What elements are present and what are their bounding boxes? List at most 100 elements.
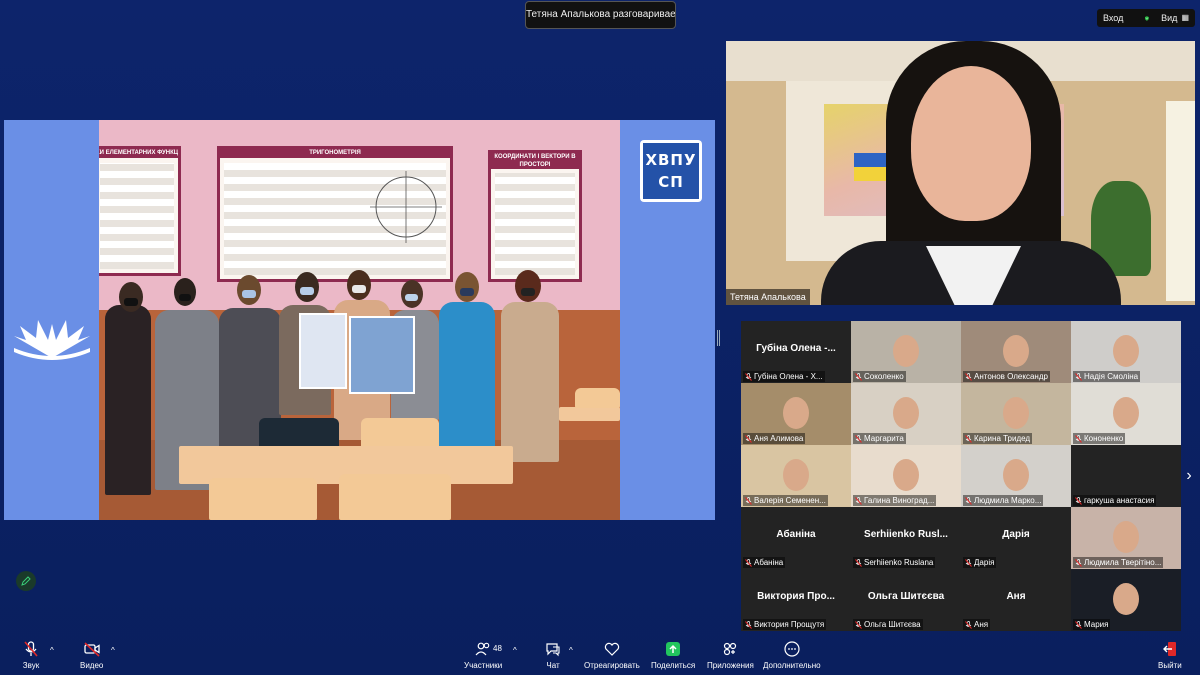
participant-name: Дарія xyxy=(974,558,995,567)
participant-name: гаркуша анастасия xyxy=(1084,496,1155,505)
participant-face xyxy=(1113,335,1139,367)
active-speaker-video: Тетяна Апалькова xyxy=(726,41,1195,305)
participant-label: Кононенко xyxy=(1073,433,1126,444)
participant-name: Аня Алимова xyxy=(754,434,804,443)
share-screen-button[interactable]: Поделиться xyxy=(651,640,695,670)
participant-face xyxy=(783,397,809,429)
mic-muted-icon xyxy=(965,372,972,381)
mic-muted-icon xyxy=(745,372,752,381)
participant-label: Людмила Марко... xyxy=(963,495,1044,506)
participant-tile[interactable]: Надія Смоліна xyxy=(1071,321,1181,383)
participant-face xyxy=(1003,335,1029,367)
participant-name: Антонов Олександр xyxy=(974,372,1048,381)
more-button[interactable]: Дополнительно xyxy=(763,640,821,670)
participant-name: Губіна Олена - Х... xyxy=(754,372,823,381)
participants-icon xyxy=(475,642,490,656)
annotate-pencil-icon[interactable] xyxy=(16,571,36,591)
mic-muted-icon xyxy=(965,434,972,443)
audio-button[interactable]: Звук xyxy=(22,640,40,670)
enter-label[interactable]: Вход xyxy=(1103,9,1123,27)
class-photo: КИ ЕЛЕМЕНТАРНИХ ФУНКЦІЙ ТРИГОНОМЕТРІЯ КО… xyxy=(99,120,620,520)
react-button[interactable]: Отреагировать xyxy=(584,640,640,670)
poster-functions: КИ ЕЛЕМЕНТАРНИХ ФУНКЦІЙ xyxy=(99,146,181,276)
participant-tile[interactable]: Аня Аня xyxy=(961,569,1071,631)
video-button[interactable]: Видео xyxy=(80,640,103,670)
participant-label: Абаніна xyxy=(743,557,786,568)
participant-name: Маргарита xyxy=(864,434,904,443)
participant-name: Аня xyxy=(974,620,989,629)
participant-name-large: Аня xyxy=(1006,591,1026,602)
leave-icon xyxy=(1162,642,1176,656)
participant-label: Мария xyxy=(1073,619,1111,630)
participant-tile[interactable]: Аня Алимова xyxy=(741,383,851,445)
participant-label: Антонов Олександр xyxy=(963,371,1050,382)
split-view-handle[interactable] xyxy=(717,330,720,346)
participant-face xyxy=(893,459,919,491)
apps-button[interactable]: Приложения xyxy=(707,640,754,670)
participant-tile[interactable]: Serhiienko Rusl... Serhiienko Ruslana xyxy=(851,507,961,569)
participant-name-large: Дарія xyxy=(1002,529,1030,540)
participant-face xyxy=(893,397,919,429)
mic-muted-icon xyxy=(965,620,972,629)
participant-tile[interactable]: Виктория Про... Виктория Прощутя xyxy=(741,569,851,631)
participant-label: Маргарита xyxy=(853,433,906,444)
participant-face xyxy=(1113,521,1139,553)
leave-button[interactable]: Выйти xyxy=(1158,640,1182,670)
participant-label: Губіна Олена - Х... xyxy=(743,371,825,382)
participant-name: Кононенко xyxy=(1084,434,1124,443)
participants-options-caret-icon[interactable]: ^ xyxy=(513,646,517,655)
participant-tile[interactable]: гаркуша анастасия xyxy=(1071,445,1181,507)
participant-tile[interactable]: Ольга Шитєєва Ольга Шитєєва xyxy=(851,569,961,631)
mic-muted-icon xyxy=(1075,496,1082,505)
participant-face xyxy=(1003,397,1029,429)
participants-gallery: Губіна Олена -... Губіна Олена - Х... Соко… xyxy=(741,321,1181,631)
mic-muted-icon xyxy=(855,496,862,505)
apps-icon xyxy=(724,642,737,656)
participant-tile[interactable]: Людмила Марко... xyxy=(961,445,1071,507)
mic-muted-icon xyxy=(855,558,862,567)
mic-muted-icon xyxy=(855,372,862,381)
participant-label: Ольга Шитєєва xyxy=(853,619,923,630)
chat-options-caret-icon[interactable]: ^ xyxy=(569,646,573,655)
participant-tile[interactable]: Карина Тридед xyxy=(961,383,1071,445)
participant-name: Карина Тридед xyxy=(974,434,1031,443)
participant-label: Карина Тридед xyxy=(963,433,1033,444)
participant-label: Аня Алимова xyxy=(743,433,806,444)
participant-label: Дарія xyxy=(963,557,997,568)
participant-tile[interactable]: Мария xyxy=(1071,569,1181,631)
view-options-bar[interactable]: Вход Вид ▦ xyxy=(1097,9,1195,27)
open-book-logo xyxy=(14,320,90,360)
audio-options-caret-icon[interactable]: ^ xyxy=(50,646,54,655)
participant-name: Соколенко xyxy=(864,372,904,381)
participant-tile[interactable]: Антонов Олександр xyxy=(961,321,1071,383)
participant-tile[interactable]: Кононенко xyxy=(1071,383,1181,445)
meeting-toolbar: Звук ^ Видео ^ Участники 48 ^ Чат ^ Отре… xyxy=(0,638,1200,675)
mic-muted-icon xyxy=(745,558,752,567)
participant-tile[interactable]: Валерія Семенен... xyxy=(741,445,851,507)
chat-button[interactable]: Чат xyxy=(544,640,562,670)
participant-name-large: Serhiienko Rusl... xyxy=(864,529,948,540)
participant-name-large: Абаніна xyxy=(776,529,816,540)
next-page-chevron-icon[interactable]: › xyxy=(1182,466,1196,486)
poster-trigonometry: ТРИГОНОМЕТРІЯ xyxy=(217,146,453,282)
khvpu-logo: ХВПУ СП xyxy=(640,140,702,202)
chat-icon xyxy=(546,643,560,657)
mic-muted-icon xyxy=(745,496,752,505)
participant-tile[interactable]: Людмила Тверітіно... xyxy=(1071,507,1181,569)
participant-face xyxy=(1003,459,1029,491)
grid-icon[interactable]: ▦ xyxy=(1181,9,1189,27)
share-screen-icon xyxy=(666,642,681,656)
participant-tile[interactable]: Дарія Дарія xyxy=(961,507,1071,569)
participant-face xyxy=(1113,397,1139,429)
participant-tile[interactable]: Маргарита xyxy=(851,383,961,445)
participant-name: Виктория Прощутя xyxy=(754,620,825,629)
view-label[interactable]: Вид xyxy=(1161,9,1177,27)
participant-tile[interactable]: Соколенко xyxy=(851,321,961,383)
participant-tile[interactable]: Абаніна Абаніна xyxy=(741,507,851,569)
participant-face xyxy=(783,459,809,491)
mic-muted-icon xyxy=(745,434,752,443)
participant-tile[interactable]: Галина Виноград... xyxy=(851,445,961,507)
participant-face xyxy=(893,335,919,367)
video-options-caret-icon[interactable]: ^ xyxy=(111,646,115,655)
participant-tile[interactable]: Губіна Олена -... Губіна Олена - Х... xyxy=(741,321,851,383)
